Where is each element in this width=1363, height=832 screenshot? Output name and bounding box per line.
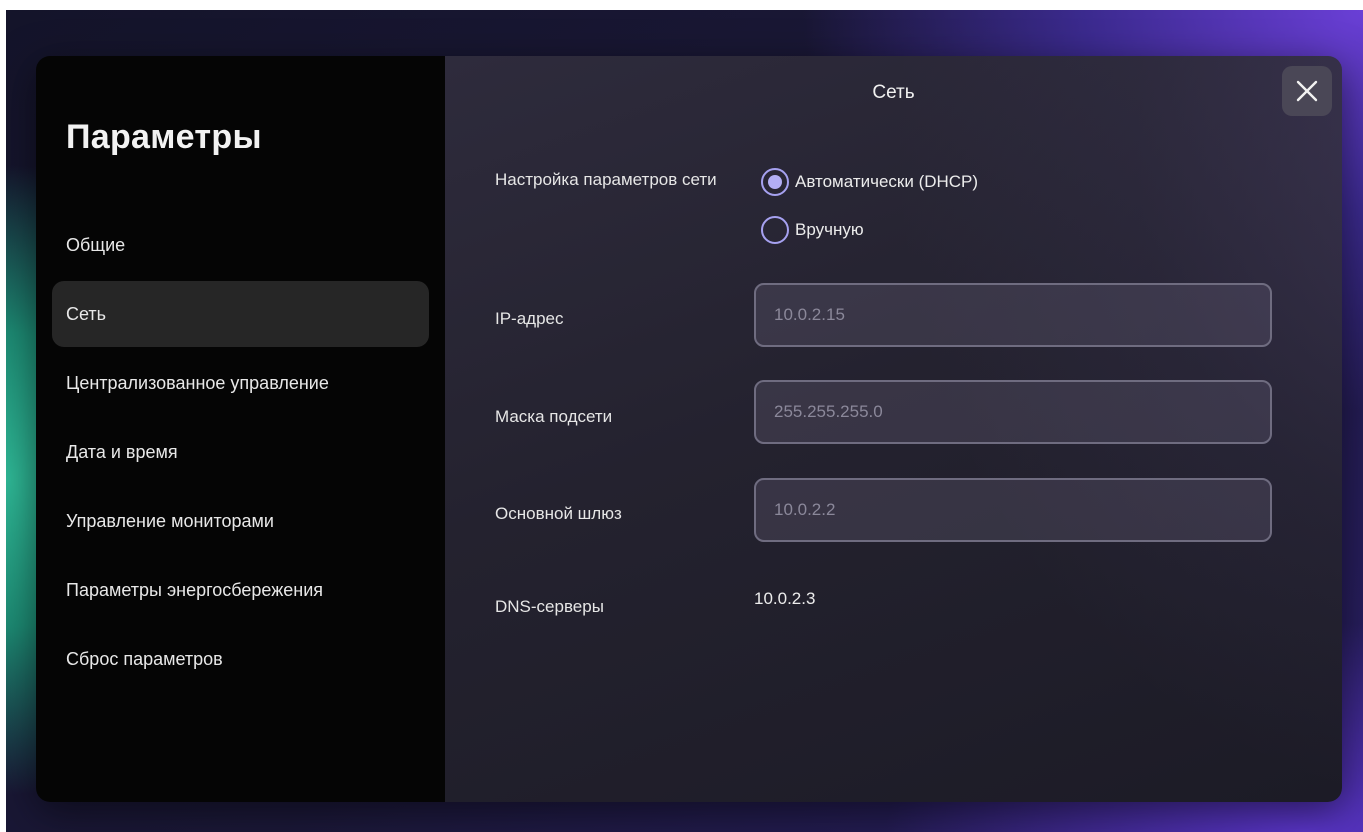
dns-servers-value: 10.0.2.3 (754, 589, 816, 608)
gateway-label: Основной шлюз (495, 504, 622, 523)
sidebar-item-network[interactable]: Сеть (52, 281, 429, 347)
subnet-mask-input[interactable] (754, 380, 1272, 444)
sidebar-nav: Общие Сеть Централизованное управление Д… (52, 212, 429, 695)
radio-selected-dot (768, 175, 782, 189)
gateway-input[interactable] (754, 478, 1272, 542)
close-icon (1296, 80, 1318, 102)
content-panel: Сеть Настройка параметров сети Автоматич… (445, 56, 1342, 802)
sidebar-title: Параметры (66, 118, 262, 156)
ip-address-label: IP-адрес (495, 309, 564, 328)
network-setup-label: Настройка параметров сети (495, 170, 717, 189)
close-button[interactable] (1282, 66, 1332, 116)
sidebar-item-date-time[interactable]: Дата и время (52, 419, 429, 485)
radio-manual-label: Вручную (795, 220, 864, 239)
radio-dhcp-circle[interactable] (761, 168, 789, 196)
sidebar-item-monitor-management[interactable]: Управление мониторами (52, 488, 429, 554)
radio-dhcp[interactable]: Автоматически (DHCP) (761, 168, 978, 196)
radio-manual[interactable]: Вручную (761, 216, 864, 244)
sidebar-item-power-saving[interactable]: Параметры энергосбережения (52, 557, 429, 623)
desktop-background: Параметры Общие Сеть Централизованное уп… (6, 10, 1363, 832)
radio-dhcp-label: Автоматически (DHCP) (795, 172, 979, 191)
radio-manual-circle[interactable] (761, 216, 789, 244)
sidebar-item-centralized-management[interactable]: Централизованное управление (52, 350, 429, 416)
subnet-mask-label: Маска подсети (495, 407, 613, 426)
ip-address-input[interactable] (754, 283, 1272, 347)
page-title: Сеть (872, 82, 915, 103)
sidebar-item-general[interactable]: Общие (52, 212, 429, 278)
sidebar: Параметры Общие Сеть Централизованное уп… (36, 56, 445, 802)
dns-servers-label: DNS-серверы (495, 597, 604, 616)
sidebar-item-reset-settings[interactable]: Сброс параметров (52, 626, 429, 692)
settings-window: Параметры Общие Сеть Централизованное уп… (36, 56, 1342, 802)
